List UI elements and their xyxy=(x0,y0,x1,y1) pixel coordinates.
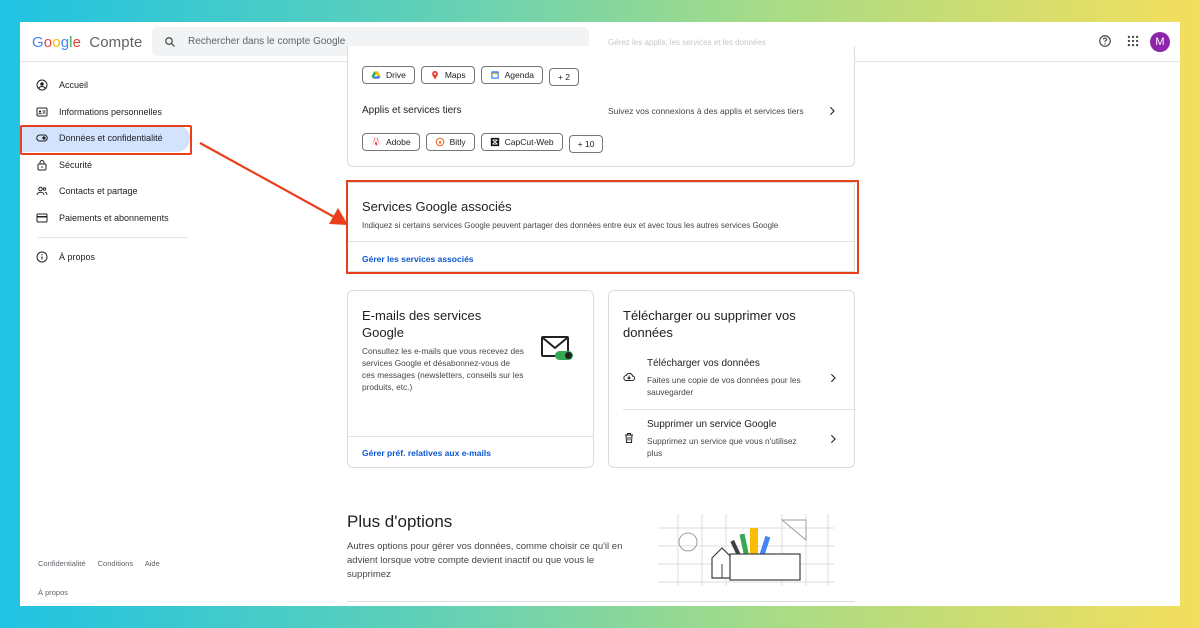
chip-bitly[interactable]: Bitly xyxy=(425,133,475,151)
maps-pin-icon xyxy=(430,70,440,80)
sidebar-item-label: Sécurité xyxy=(59,159,93,170)
next-card-edge xyxy=(347,601,855,602)
apps-grid-icon[interactable] xyxy=(1126,34,1140,48)
logo-letter: o xyxy=(43,34,53,51)
chip-label: Agenda xyxy=(504,70,534,80)
sidebar-item-accueil[interactable]: Accueil xyxy=(20,72,190,99)
sidebar-item-label: Informations personnelles xyxy=(59,106,163,117)
manage-emails-link[interactable]: Gérer préf. relatives aux e-mails xyxy=(362,448,491,458)
chevron-right-icon xyxy=(830,434,836,444)
download-title: Télécharger vos données xyxy=(647,358,760,369)
annotation-arrow xyxy=(199,142,348,225)
product-name: Compte xyxy=(89,34,143,51)
calendar-icon xyxy=(490,70,500,80)
download-desc: Faites une copie de vos données pour les… xyxy=(647,375,801,397)
sidebar: Accueil Informations personnelles Donnée… xyxy=(20,72,195,271)
google-apps-chips: Drive Maps Agenda + 2 xyxy=(362,66,585,86)
footer-link-help[interactable]: Aide xyxy=(145,559,160,568)
sidebar-item-contacts[interactable]: Contacts et partage xyxy=(20,178,190,205)
search-icon xyxy=(165,36,175,47)
adobe-icon xyxy=(371,137,381,147)
sidebar-item-securite[interactable]: Sécurité xyxy=(20,152,190,179)
sidebar-item-label: Paiements et abonnements xyxy=(59,212,169,223)
chip-adobe[interactable]: Adobe xyxy=(362,133,420,151)
sidebar-item-apropos[interactable]: À propos xyxy=(20,244,190,271)
browser-window: Google Compte Gérez les applis, les serv… xyxy=(20,22,1180,606)
toolbox-illustration-icon xyxy=(658,514,834,586)
sidebar-item-paiements[interactable]: Paiements et abonnements xyxy=(20,205,190,232)
chip-drive[interactable]: Drive xyxy=(362,66,415,84)
chip-label: Drive xyxy=(386,70,406,80)
help-icon[interactable] xyxy=(1098,34,1112,48)
id-card-icon xyxy=(36,106,48,118)
more-options-title: Plus d'options xyxy=(347,512,453,531)
footer-links: Confidentialité Conditions Aide xyxy=(38,559,170,568)
footer-link-privacy[interactable]: Confidentialité xyxy=(38,559,86,568)
sidebar-item-label: Accueil xyxy=(59,80,89,91)
card-divider xyxy=(348,436,593,437)
trash-icon xyxy=(625,433,633,443)
credit-card-icon xyxy=(36,212,48,224)
download-delete-card: Télécharger ou supprimer vos données Tél… xyxy=(608,290,856,468)
chip-label: Adobe xyxy=(386,137,411,147)
google-account-logo[interactable]: Google Compte xyxy=(32,34,142,51)
chip-maps[interactable]: Maps xyxy=(420,66,475,84)
chip-capcut[interactable]: CapCut-Web xyxy=(480,133,563,151)
annotation-box-nav xyxy=(20,125,192,155)
emails-title: E-mails des services Google xyxy=(362,308,482,340)
chip-more-google[interactable]: + 2 xyxy=(548,68,580,86)
chevron-right-icon[interactable] xyxy=(827,106,837,116)
capcut-icon xyxy=(490,137,500,147)
footer-link-about[interactable]: À propos xyxy=(38,588,68,597)
emails-card: E-mails des services Google Consultez le… xyxy=(347,290,594,468)
chevron-right-icon xyxy=(830,373,836,383)
annotation-box-associated xyxy=(346,180,859,274)
footer-link-terms[interactable]: Conditions xyxy=(98,559,133,568)
chip-more-third-party[interactable]: + 10 xyxy=(568,135,604,153)
logo-letter: o xyxy=(52,34,61,51)
account-circle-icon xyxy=(36,79,48,91)
cloud-download-icon xyxy=(623,372,635,381)
sidebar-item-informations[interactable]: Informations personnelles xyxy=(20,99,190,126)
logo-letter: g xyxy=(60,34,70,51)
chip-label: Bitly xyxy=(449,137,466,147)
emails-desc: Consultez les e-mails que vous recevez d… xyxy=(362,346,524,392)
more-options-desc: Autres options pour gérer vos données, c… xyxy=(347,541,623,580)
delete-desc: Supprimez un service que vous n'utilisez… xyxy=(647,436,797,458)
chip-label: Maps xyxy=(444,70,466,80)
delete-service-row[interactable]: Supprimer un service Google Supprimez un… xyxy=(609,410,854,468)
info-icon xyxy=(36,251,48,263)
logo-letter: e xyxy=(72,34,82,51)
apps-services-card: Drive Maps Agenda + 2 Applis et services ti… xyxy=(347,46,855,167)
drive-icon xyxy=(371,70,381,80)
third-party-desc: Suivez vos connexions à des applis et se… xyxy=(608,106,804,116)
people-icon xyxy=(36,185,48,197)
delete-title: Supprimer un service Google xyxy=(647,419,777,430)
avatar[interactable]: M xyxy=(1150,32,1170,52)
sidebar-divider xyxy=(38,237,188,238)
chip-label: + 2 xyxy=(557,72,571,82)
logo-letter: G xyxy=(32,34,44,51)
chip-label: CapCut-Web xyxy=(504,137,554,147)
chip-label: + 10 xyxy=(577,139,595,149)
bitly-icon xyxy=(435,137,445,147)
third-party-title: Applis et services tiers xyxy=(362,105,462,116)
download-delete-title: Télécharger ou supprimer vos données xyxy=(623,308,796,340)
third-party-chips: Adobe Bitly CapCut-Web + 10 xyxy=(362,133,609,153)
email-toggle-icon xyxy=(541,336,573,360)
sidebar-item-label: À propos xyxy=(59,252,96,263)
lock-icon xyxy=(36,159,48,171)
chip-agenda[interactable]: Agenda xyxy=(480,66,543,84)
download-data-row[interactable]: Télécharger vos données Faites une copie… xyxy=(609,349,854,409)
sidebar-item-label: Contacts et partage xyxy=(59,186,138,197)
